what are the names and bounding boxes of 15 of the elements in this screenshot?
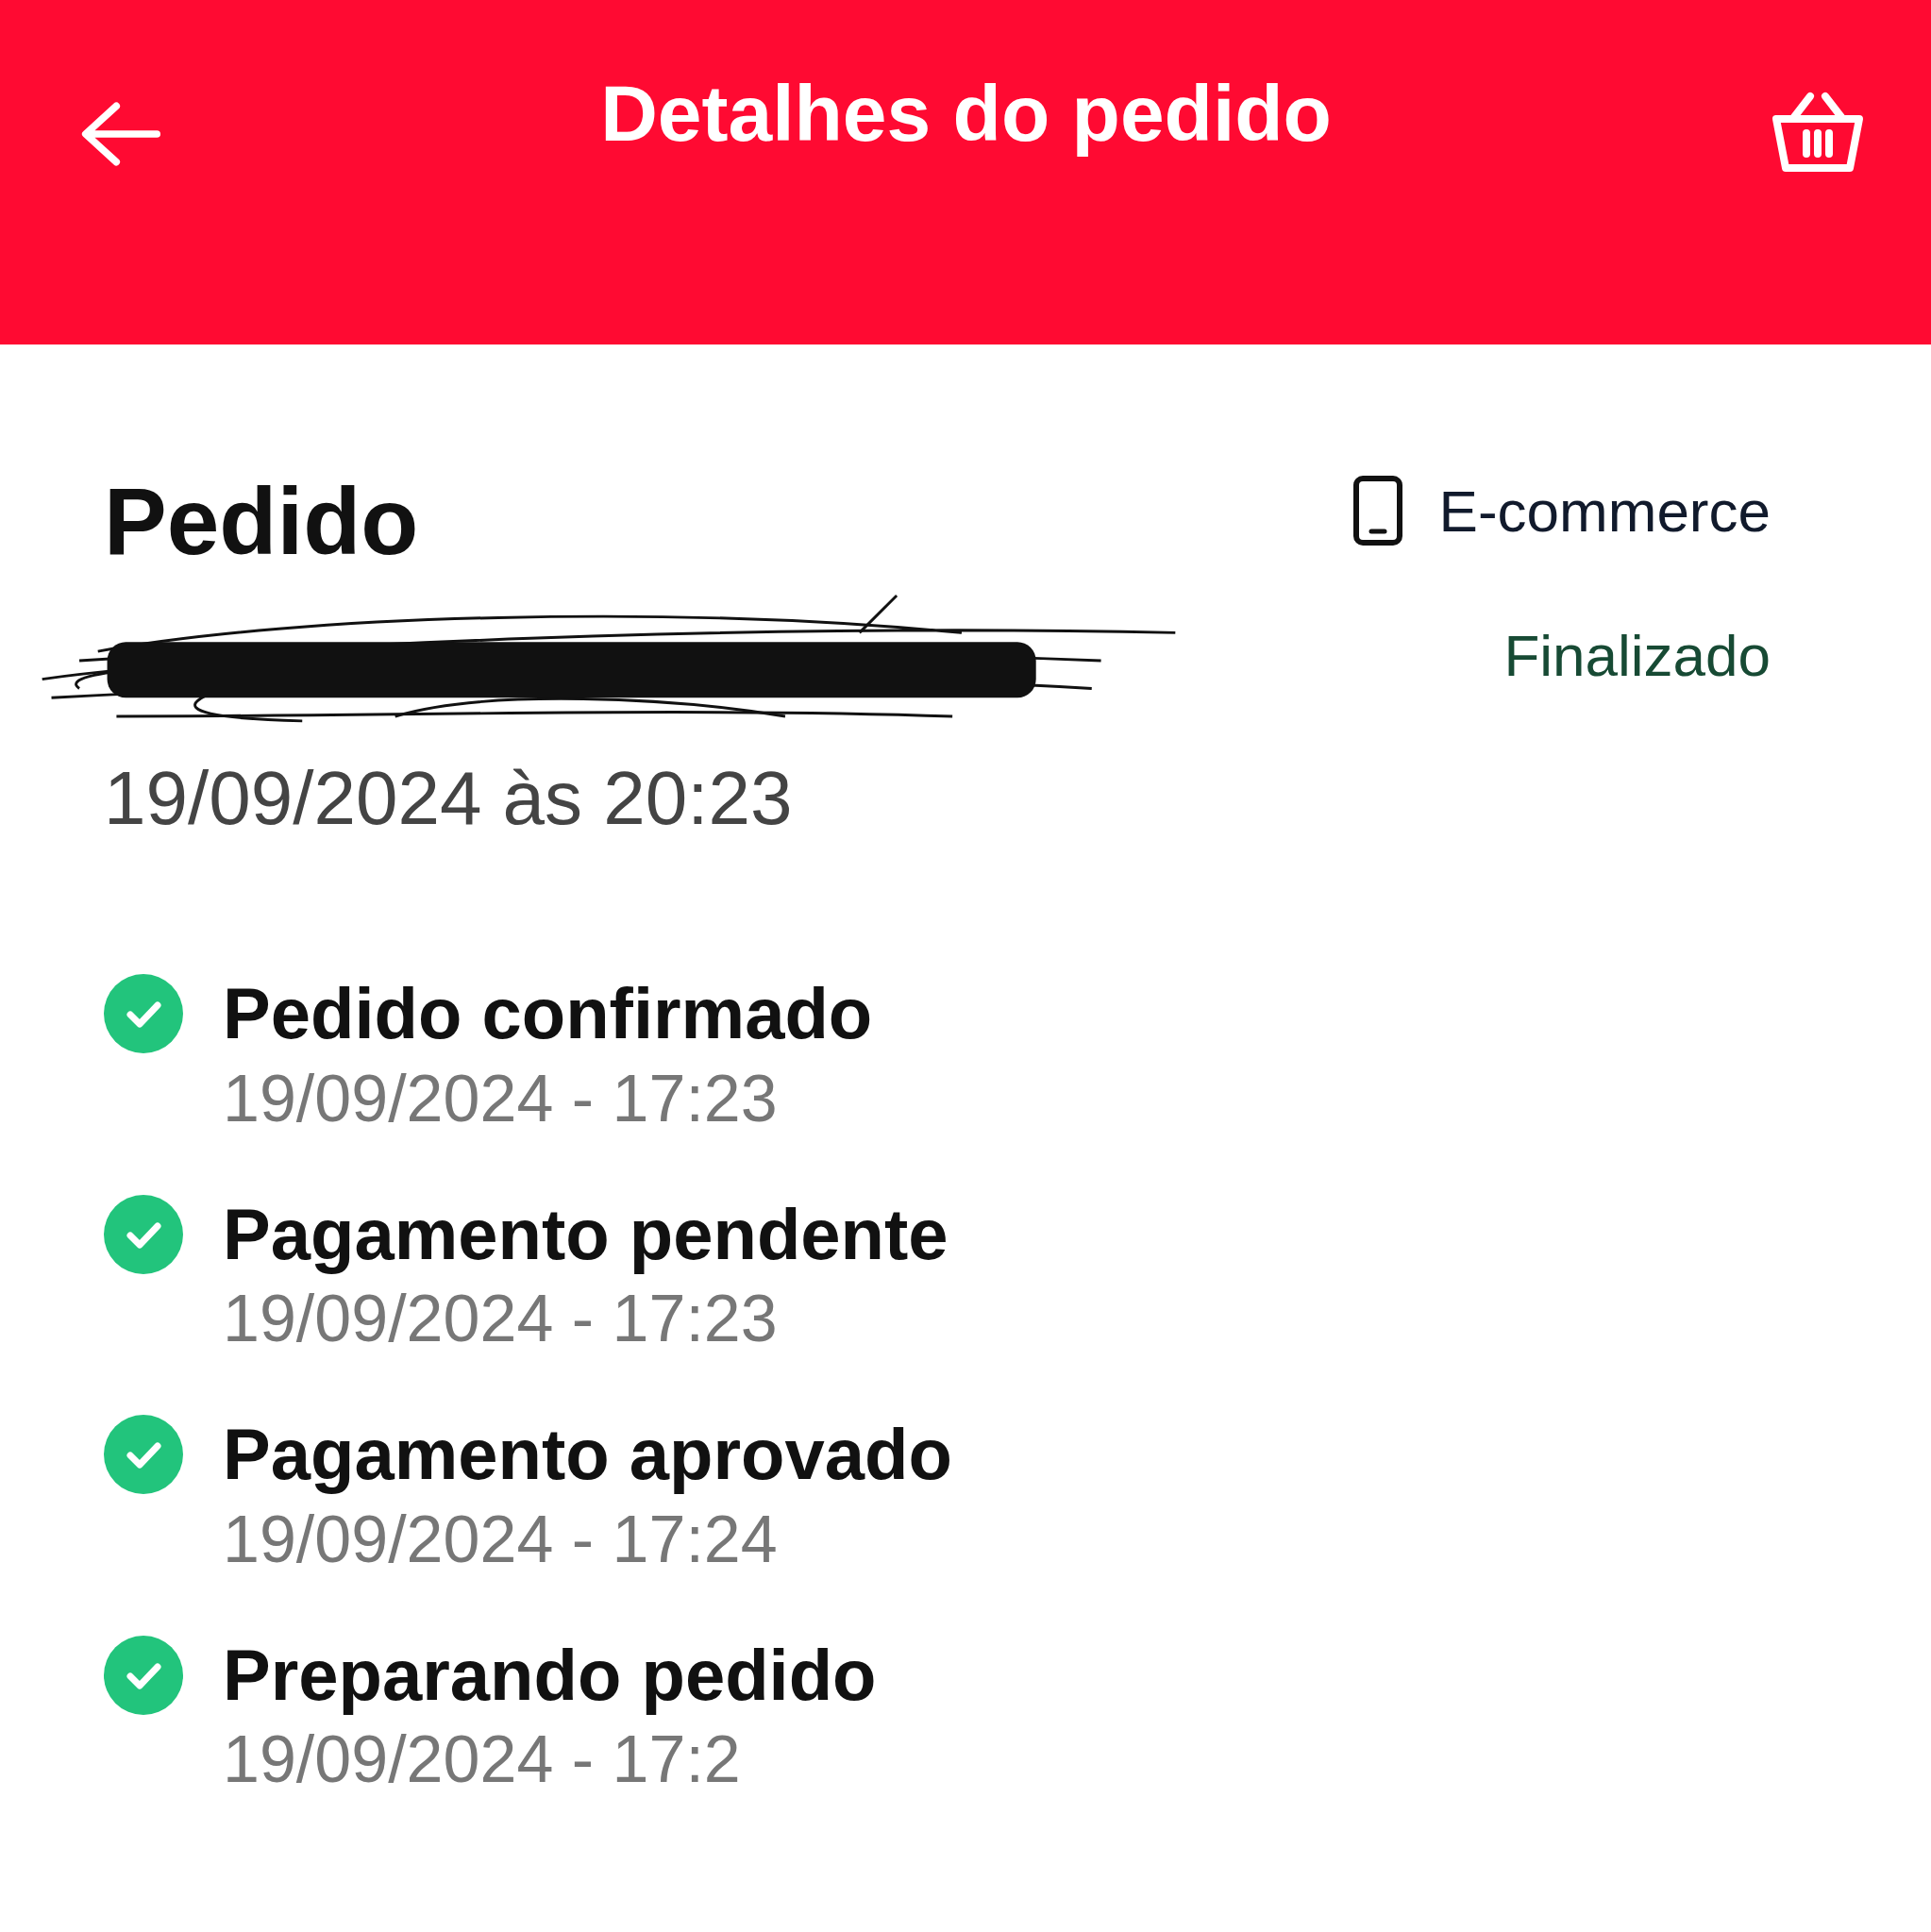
back-arrow-icon[interactable]	[80, 102, 161, 166]
channel-label: E-commerce	[1438, 477, 1771, 545]
screen-title: Detalhes do pedido	[599, 68, 1333, 160]
step-title: Pedido confirmado	[223, 974, 873, 1053]
phone-icon	[1352, 475, 1403, 546]
step-time: 19/09/2024 - 17:23	[223, 1281, 779, 1357]
step-time: 19/09/2024 - 17:23	[223, 1060, 779, 1136]
step-time: 19/09/2024 - 17:2	[223, 1722, 742, 1798]
step-title: Pagamento aprovado	[223, 1415, 952, 1494]
step-time: 19/09/2024 - 17:24	[223, 1501, 779, 1577]
step-title: Preparando pedido	[223, 1635, 877, 1715]
order-status: Finalizado	[1503, 622, 1771, 689]
order-date: 19/09/2024 às 20:23	[104, 755, 794, 842]
order-heading: Pedido	[104, 467, 420, 576]
step-title: Pagamento pendente	[223, 1194, 949, 1274]
